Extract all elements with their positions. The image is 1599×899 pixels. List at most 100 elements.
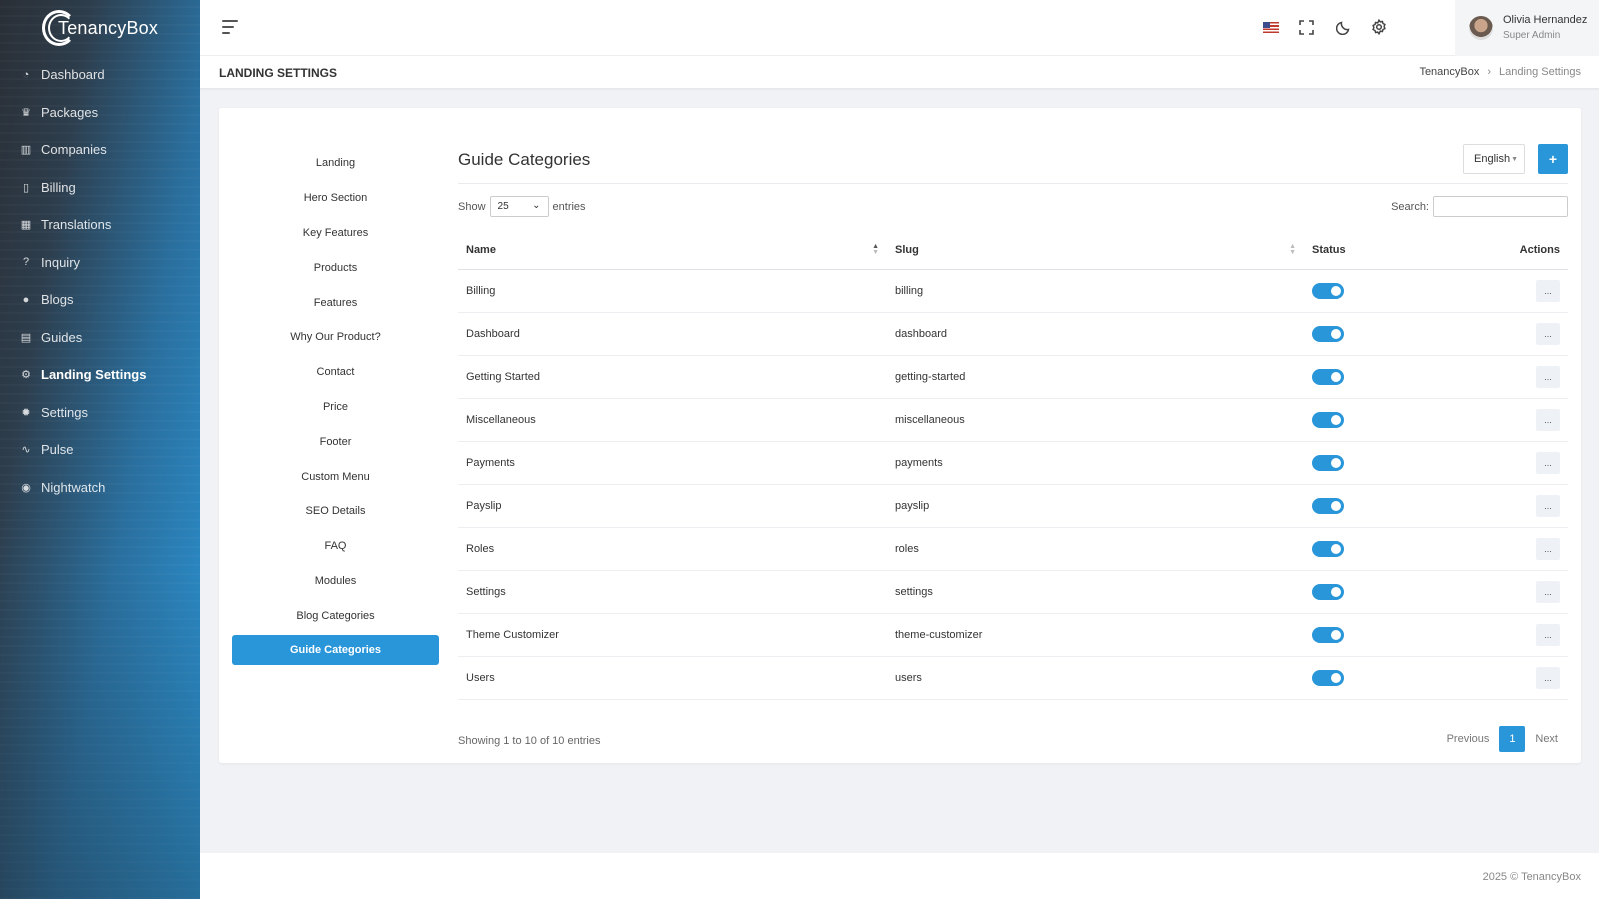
table-row: Users users... xyxy=(458,656,1568,700)
settings-menu-item-faq[interactable]: FAQ xyxy=(232,529,439,564)
cell-slug: dashboard xyxy=(887,312,1304,356)
column-header-slug[interactable]: Slug ▲ ▼ xyxy=(887,232,1304,270)
brand-logo[interactable]: TenancyBox xyxy=(42,8,158,48)
cell-actions: ... xyxy=(1444,570,1568,614)
row-actions-button[interactable]: ... xyxy=(1536,580,1560,603)
dark-mode-icon[interactable] xyxy=(1334,18,1352,36)
settings-menu-item-landing[interactable]: Landing xyxy=(232,146,439,181)
entries-select[interactable]: 25 ⌄ xyxy=(489,196,549,217)
settings-menu-item-contact[interactable]: Contact xyxy=(232,355,439,390)
sidebar-item-nightwatch[interactable]: ◉ Nightwatch xyxy=(0,469,200,507)
row-actions-button[interactable]: ... xyxy=(1536,408,1560,431)
sidebar-item-label: Packages xyxy=(41,104,99,120)
row-actions-button[interactable]: ... xyxy=(1536,322,1560,345)
row-actions-button[interactable]: ... xyxy=(1536,279,1560,302)
settings-menu-item-footer[interactable]: Footer xyxy=(232,424,439,459)
status-toggle[interactable] xyxy=(1312,282,1344,299)
sidebar-item-companies[interactable]: ▥ Companies xyxy=(0,131,200,169)
language-value: English xyxy=(1474,153,1511,165)
pagination-previous[interactable]: Previous xyxy=(1437,733,1500,745)
cell-name: Payments xyxy=(458,441,887,485)
sidebar-item-translations[interactable]: ▦ Translations xyxy=(0,206,200,244)
sidebar-item-label: Billing xyxy=(41,179,76,195)
row-actions-button[interactable]: ... xyxy=(1536,623,1560,646)
row-actions-button[interactable]: ... xyxy=(1536,537,1560,560)
sidebar-item-pulse[interactable]: ∿ Pulse xyxy=(0,431,200,469)
status-toggle[interactable] xyxy=(1312,626,1344,643)
settings-menu-item-key-features[interactable]: Key Features xyxy=(232,216,439,251)
cell-slug: users xyxy=(887,656,1304,700)
settings-menu-item-features[interactable]: Features xyxy=(232,285,439,320)
user-menu[interactable]: Olivia Hernandez Super Admin xyxy=(1455,0,1599,56)
table-info: Showing 1 to 10 of 10 entries xyxy=(458,735,601,747)
language-select[interactable]: English ▼ xyxy=(1463,144,1525,174)
status-toggle[interactable] xyxy=(1312,368,1344,385)
settings-menu-item-guide-categories[interactable]: Guide Categories xyxy=(232,635,439,666)
row-actions-button[interactable]: ... xyxy=(1536,451,1560,474)
sidebar-item-label: Guides xyxy=(41,329,83,345)
status-toggle[interactable] xyxy=(1312,325,1344,342)
cell-actions: ... xyxy=(1444,355,1568,399)
translate-icon: ▦ xyxy=(20,219,32,232)
cell-slug: miscellaneous xyxy=(887,398,1304,442)
language-flag-icon[interactable] xyxy=(1262,18,1280,36)
settings-menu-item-why-our-product[interactable]: Why Our Product? xyxy=(232,320,439,355)
row-actions-button[interactable]: ... xyxy=(1536,365,1560,388)
settings-menu-item-hero-section[interactable]: Hero Section xyxy=(232,181,439,216)
settings-menu-item-modules[interactable]: Modules xyxy=(232,564,439,599)
sidebar-item-label: Companies xyxy=(41,142,107,158)
cell-actions: ... xyxy=(1444,527,1568,571)
status-toggle[interactable] xyxy=(1312,583,1344,600)
settings-menu-item-products[interactable]: Products xyxy=(232,250,439,285)
sidebar-item-guides[interactable]: ▤ Guides xyxy=(0,319,200,357)
sort-icon: ▲ ▼ xyxy=(1289,243,1296,256)
status-toggle[interactable] xyxy=(1312,669,1344,686)
settings-gear-icon[interactable] xyxy=(1370,18,1388,36)
column-header-name[interactable]: Name ▲ ▼ xyxy=(458,232,887,270)
topbar: Olivia Hernandez Super Admin xyxy=(200,0,1599,56)
cell-name: Dashboard xyxy=(458,312,887,356)
status-toggle[interactable] xyxy=(1312,497,1344,514)
status-toggle[interactable] xyxy=(1312,454,1344,471)
column-label: Slug xyxy=(895,244,919,257)
sidebar-item-billing[interactable]: ▯ Billing xyxy=(0,169,200,207)
pagination: Previous 1 Next xyxy=(1437,726,1568,752)
search-input[interactable] xyxy=(1433,196,1568,217)
pagination-page[interactable]: 1 xyxy=(1499,726,1526,752)
settings-menu-item-seo-details[interactable]: SEO Details xyxy=(232,494,439,529)
breadcrumb-home[interactable]: TenancyBox xyxy=(1419,66,1479,78)
status-toggle[interactable] xyxy=(1312,540,1344,557)
dashboard-icon: ◔ xyxy=(22,68,30,81)
cell-actions: ... xyxy=(1444,441,1568,485)
cell-name: Roles xyxy=(458,527,887,571)
menu-toggle-icon[interactable] xyxy=(222,20,238,34)
sidebar-item-label: Nightwatch xyxy=(41,479,106,495)
pagination-next[interactable]: Next xyxy=(1525,733,1568,745)
cell-status xyxy=(1304,527,1444,571)
sidebar-item-inquiry[interactable]: ? Inquiry xyxy=(0,244,200,282)
blog-icon: ● xyxy=(22,293,30,306)
divider xyxy=(458,183,1568,184)
sidebar-item-settings[interactable]: ✹ Settings xyxy=(0,394,200,432)
sidebar-item-landing-settings[interactable]: ⚙ Landing Settings xyxy=(0,356,200,394)
content-title: Guide Categories xyxy=(458,150,591,169)
sort-asc-icon: ▲ ▼ xyxy=(872,243,879,256)
row-actions-button[interactable]: ... xyxy=(1536,494,1560,517)
cell-actions: ... xyxy=(1444,484,1568,528)
sidebar-item-packages[interactable]: ♛ Packages xyxy=(0,94,200,132)
pulse-icon: ∿ xyxy=(21,444,31,457)
settings-menu-item-custom-menu[interactable]: Custom Menu xyxy=(232,459,439,494)
row-actions-button[interactable]: ... xyxy=(1536,666,1560,689)
entries-length: Show 25 ⌄ entries xyxy=(458,196,586,217)
add-category-button[interactable]: + xyxy=(1538,144,1568,174)
cell-status xyxy=(1304,398,1444,442)
cell-name: Payslip xyxy=(458,484,887,528)
settings-menu-item-price[interactable]: Price xyxy=(232,390,439,425)
table-row: Payslip payslip... xyxy=(458,484,1568,528)
settings-menu-item-blog-categories[interactable]: Blog Categories xyxy=(232,598,439,633)
sidebar-nav: ◔ Dashboard ♛ Packages ▥ Companies ▯ Billing ▦ Tr… xyxy=(0,56,200,506)
sidebar-item-blogs[interactable]: ● Blogs xyxy=(0,281,200,319)
status-toggle[interactable] xyxy=(1312,411,1344,428)
sidebar-item-dashboard[interactable]: ◔ Dashboard xyxy=(0,56,200,94)
fullscreen-icon[interactable] xyxy=(1297,18,1315,36)
